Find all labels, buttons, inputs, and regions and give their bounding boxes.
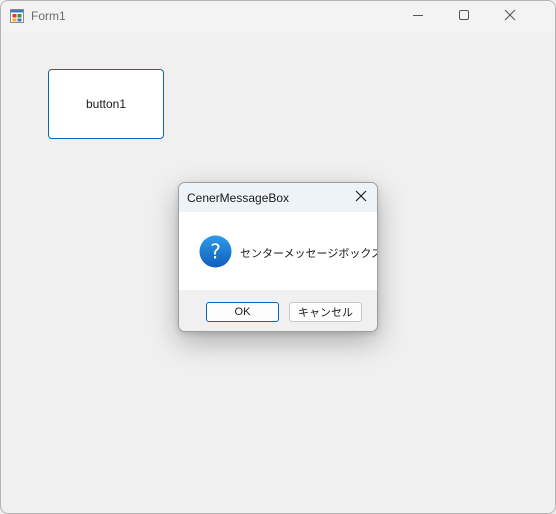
ok-button[interactable]: OK (206, 302, 279, 322)
minimize-icon (412, 8, 424, 26)
svg-text:?: ? (210, 240, 221, 264)
window-title: Form1 (31, 9, 66, 23)
maximize-button[interactable] (441, 1, 487, 32)
dialog-footer: OK キャンセル (179, 290, 377, 331)
button1[interactable]: button1 (48, 69, 164, 139)
dialog-titlebar[interactable]: CenerMessageBox (179, 183, 377, 212)
form-app-icon (10, 9, 24, 23)
close-button[interactable] (487, 1, 533, 32)
dialog-close-button[interactable] (351, 188, 371, 208)
cancel-button[interactable]: キャンセル (289, 302, 362, 322)
question-icon: ? (199, 235, 232, 268)
maximize-icon (458, 8, 470, 26)
dialog-message: センターメッセージボックス (240, 248, 378, 260)
close-icon (355, 189, 367, 207)
window-titlebar[interactable]: Form1 (1, 1, 555, 32)
close-icon (504, 8, 516, 26)
dialog-body: ? センターメッセージボックス (179, 212, 377, 290)
message-box-dialog: CenerMessageBox ? センターメッセージボックス OK キャンセル (178, 182, 378, 332)
dialog-title: CenerMessageBox (187, 191, 290, 205)
minimize-button[interactable] (395, 1, 441, 32)
